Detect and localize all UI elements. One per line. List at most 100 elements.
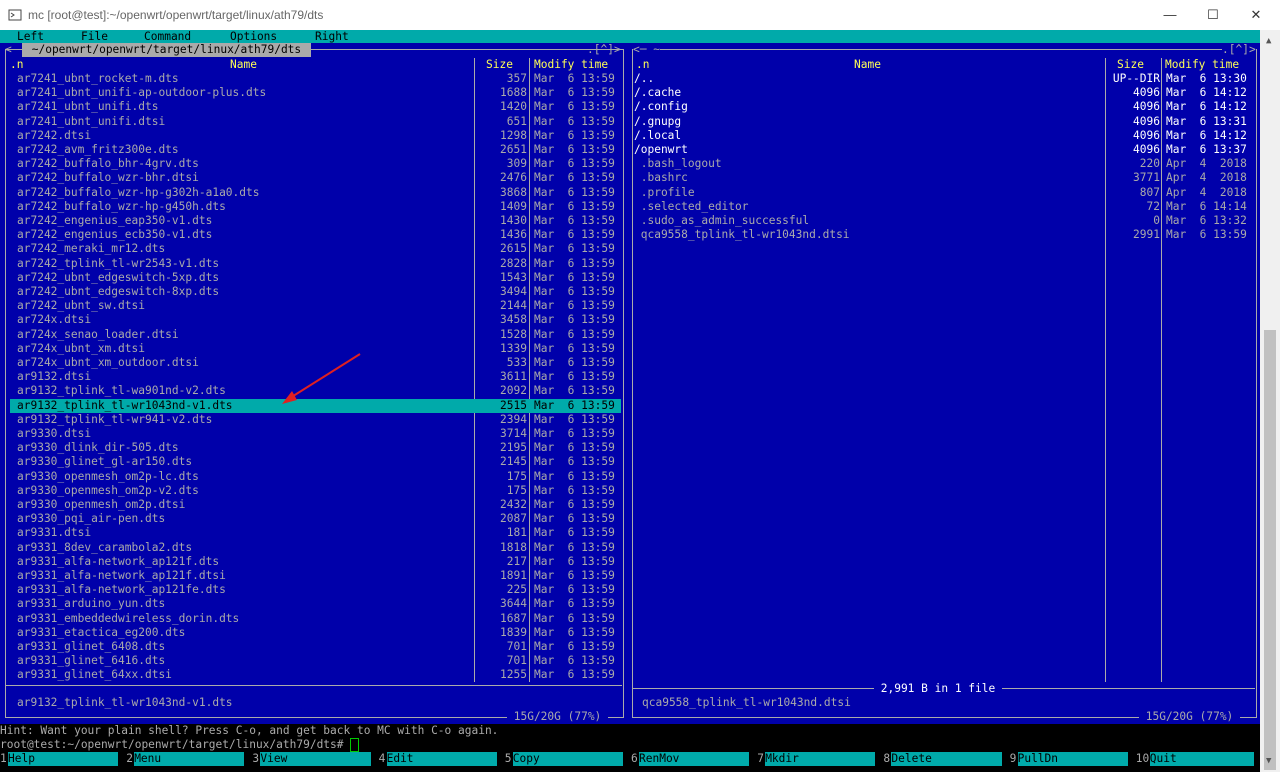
fkey-pulldn[interactable]: 9PullDn — [1009, 752, 1128, 766]
left-file-row[interactable]: ar9331_glinet_64xx.dtsi 1255 Mar 6 13:59 — [10, 668, 621, 682]
fkey-copy[interactable]: 5Copy — [504, 752, 623, 766]
fkey-mkdir[interactable]: 7Mkdir — [757, 752, 876, 766]
left-file-row[interactable]: ar9331_alfa-network_ap121f.dtsi 1891 Mar 6… — [10, 569, 621, 583]
right-file-row[interactable]: qca9558_tplink_tl-wr1043nd.dtsi 2991 Mar 6… — [634, 228, 1254, 242]
left-file-row[interactable]: ar9330_pqi_air-pen.dts 2087 Mar 6 13:59 — [10, 512, 621, 526]
file-size: 3494 — [500, 285, 527, 298]
menu-left[interactable]: Left — [17, 30, 44, 43]
right-file-row[interactable]: .sudo_as_admin_successful 0 Mar 6 13:32 — [634, 214, 1254, 228]
left-file-row[interactable]: ar7241_ubnt_rocket-m.dts 357 Mar 6 13:59 — [10, 72, 621, 86]
menu-options[interactable]: Options — [230, 30, 277, 43]
menu-right[interactable]: Right — [315, 30, 349, 43]
file-name: ar9331_8dev_carambola2.dts — [17, 540, 193, 554]
left-file-row[interactable]: ar9330.dtsi 3714 Mar 6 13:59 — [10, 427, 621, 441]
left-file-row[interactable]: ar7242_engenius_ecb350-v1.dts 1436 Mar 6 1… — [10, 228, 621, 242]
left-panel-corner[interactable]: .[^]> — [587, 43, 621, 57]
right-file-row[interactable]: .profile 807 Apr 4 2018 — [634, 186, 1254, 200]
left-file-row[interactable]: ar7242_buffalo_wzr-hp-g450h.dts 1409 Mar 6… — [10, 200, 621, 214]
menu-file[interactable]: File — [81, 30, 108, 43]
left-file-row[interactable]: ar9330_openmesh_om2p-v2.dts 175 Mar 6 13:5… — [10, 484, 621, 498]
left-file-row[interactable]: ar9330_glinet_gl-ar150.dts 2145 Mar 6 13:5… — [10, 455, 621, 469]
right-dir-row[interactable]: /.. UP--DIR Mar 6 13:30 — [634, 72, 1254, 86]
left-file-row[interactable]: ar7241_ubnt_unifi.dtsi 651 Mar 6 13:59 — [10, 115, 621, 129]
fkey-renmov[interactable]: 6RenMov — [631, 752, 750, 766]
right-col-mtime[interactable]: Modify time — [1165, 58, 1239, 72]
right-col-size[interactable]: Size — [1117, 58, 1144, 72]
left-file-panel[interactable]: < ~/openwrt/openwrt/target/linux/ath79/d… — [0, 43, 628, 728]
file-mtime: Mar 6 13:59 — [534, 640, 615, 653]
file-name: ar9330_glinet_gl-ar150.dts — [17, 455, 193, 469]
right-dir-row[interactable]: /.cache 4096 Mar 6 14:12 — [634, 86, 1254, 100]
command-line[interactable]: root@test:~/openwrt/openwrt/target/linux… — [0, 738, 1260, 753]
left-col-mtime[interactable]: Modify time — [534, 58, 608, 72]
fkey-view[interactable]: 3View — [252, 752, 371, 766]
close-button[interactable]: ✕ — [1236, 4, 1276, 26]
left-file-row[interactable]: ar7242_ubnt_edgeswitch-8xp.dts 3494 Mar 6 … — [10, 285, 621, 299]
right-panel-path[interactable]: <─ ~ — [633, 43, 660, 58]
left-col-size[interactable]: Size — [486, 58, 513, 72]
fkey-delete[interactable]: 8Delete — [883, 752, 1002, 766]
left-col-name[interactable]: Name — [230, 58, 257, 72]
fkey-edit[interactable]: 4Edit — [378, 752, 497, 766]
left-file-row[interactable]: ar9132_tplink_tl-wa901nd-v2.dts 2092 Mar 6… — [10, 384, 621, 398]
left-file-row[interactable]: ar7242_tplink_tl-wr2543-v1.dts 2828 Mar 6 … — [10, 257, 621, 271]
left-file-row[interactable]: ar9331_alfa-network_ap121fe.dts 225 Mar 6 … — [10, 583, 621, 597]
file-mtime: Mar 6 14:12 — [1166, 100, 1247, 114]
scroll-up-icon[interactable]: ▲ — [1266, 34, 1271, 48]
left-file-row[interactable]: ar7241_ubnt_unifi-ap-outdoor-plus.dts 168… — [10, 86, 621, 100]
window-scrollbar[interactable]: ▲ ▼ — [1260, 30, 1280, 772]
left-file-row[interactable]: ar7242_ubnt_edgeswitch-5xp.dts 1543 Mar 6 … — [10, 271, 621, 285]
right-dir-row[interactable]: /openwrt 4096 Mar 6 13:37 — [634, 143, 1254, 157]
left-file-row[interactable]: ar9331_arduino_yun.dts 3644 Mar 6 13:59 — [10, 597, 621, 611]
right-dir-row[interactable]: /.config 4096 Mar 6 14:12 — [634, 100, 1254, 114]
fkey-menu[interactable]: 2Menu — [126, 752, 245, 766]
scrollbar-thumb[interactable] — [1264, 330, 1276, 770]
left-file-row[interactable]: ar7241_ubnt_unifi.dts 1420 Mar 6 13:59 — [10, 100, 621, 114]
left-file-row[interactable]: ar724x.dtsi 3458 Mar 6 13:59 — [10, 313, 621, 327]
fkey-quit[interactable]: 10Quit — [1135, 752, 1254, 766]
right-file-panel[interactable]: <─ ~ .[^]> .n Name Size Modify time /.. U… — [628, 43, 1260, 728]
left-file-row[interactable]: ar9330_openmesh_om2p-lc.dts 175 Mar 6 13:5… — [10, 470, 621, 484]
fkey-help[interactable]: 1Help — [0, 752, 119, 766]
left-file-row-selected[interactable]: ar9132_tplink_tl-wr1043nd-v1.dts 2515 Mar … — [10, 398, 621, 413]
right-col-name[interactable]: Name — [854, 58, 881, 72]
left-file-row[interactable]: ar9331_glinet_6416.dts 701 Mar 6 13:59 — [10, 654, 621, 668]
left-file-row[interactable]: ar7242_buffalo_wzr-hp-g302h-a1a0.dts 3868… — [10, 186, 621, 200]
file-mtime: Mar 6 13:59 — [534, 455, 615, 469]
left-file-row[interactable]: ar724x_ubnt_xm.dtsi 1339 Mar 6 13:59 — [10, 342, 621, 356]
right-file-row[interactable]: .bash_logout 220 Apr 4 2018 — [634, 157, 1254, 171]
right-panel-corner[interactable]: .[^]> — [1222, 43, 1256, 58]
left-file-row[interactable]: ar9331.dtsi 181 Mar 6 13:59 — [10, 526, 621, 540]
left-sort-indicator[interactable]: .n — [10, 58, 23, 72]
right-dir-row[interactable]: /.gnupg 4096 Mar 6 13:31 — [634, 115, 1254, 129]
right-file-row[interactable]: .selected_editor 72 Mar 6 14:14 — [634, 200, 1254, 214]
left-file-row[interactable]: ar7242_engenius_eap350-v1.dts 1430 Mar 6 1… — [10, 214, 621, 228]
left-file-row[interactable]: ar9330_openmesh_om2p.dtsi 2432 Mar 6 13:59 — [10, 498, 621, 512]
left-file-row[interactable]: ar724x_senao_loader.dtsi 1528 Mar 6 13:59 — [10, 328, 621, 342]
left-file-row[interactable]: ar9331_glinet_6408.dts 701 Mar 6 13:59 — [10, 640, 621, 654]
maximize-button[interactable]: ☐ — [1193, 4, 1233, 26]
left-file-row[interactable]: ar9331_embeddedwireless_dorin.dts 1687 Mar… — [10, 612, 621, 626]
menu-command[interactable]: Command — [144, 30, 191, 43]
left-file-row[interactable]: ar7242_buffalo_wzr-bhr.dtsi 2476 Mar 6 13:… — [10, 171, 621, 185]
left-file-row[interactable]: ar9132_tplink_tl-wr941-v2.dts 2394 Mar 6 1… — [10, 413, 621, 427]
scroll-down-icon[interactable]: ▼ — [1266, 754, 1271, 768]
left-panel-path[interactable]: ~/openwrt/openwrt/target/linux/ath79/dts — [22, 43, 311, 58]
right-file-row[interactable]: .bashrc 3771 Apr 4 2018 — [634, 171, 1254, 185]
left-file-row[interactable]: ar7242.dtsi 1298 Mar 6 13:59 — [10, 129, 621, 143]
left-file-row[interactable]: ar9132.dtsi 3611 Mar 6 13:59 — [10, 370, 621, 384]
left-file-row[interactable]: ar7242_avm_fritz300e.dts 2651 Mar 6 13:59 — [10, 143, 621, 157]
left-file-row[interactable]: ar9331_etactica_eg200.dts 1839 Mar 6 13:59 — [10, 626, 621, 640]
left-file-row[interactable]: ar7242_ubnt_sw.dtsi 2144 Mar 6 13:59 — [10, 299, 621, 313]
left-file-row[interactable]: ar7242_meraki_mr12.dts 2615 Mar 6 13:59 — [10, 242, 621, 256]
right-dir-row[interactable]: /.local 4096 Mar 6 14:12 — [634, 129, 1254, 143]
left-file-row[interactable]: ar9330_dlink_dir-505.dts 2195 Mar 6 13:59 — [10, 441, 621, 455]
left-file-row[interactable]: ar9331_alfa-network_ap121f.dts 217 Mar 6 1… — [10, 555, 621, 569]
right-sort-indicator[interactable]: .n — [636, 58, 649, 72]
left-file-row[interactable]: ar7242_buffalo_bhr-4grv.dts 309 Mar 6 13:5… — [10, 157, 621, 171]
file-name: ar9331_glinet_6408.dts — [17, 640, 166, 653]
left-file-row[interactable]: ar9331_8dev_carambola2.dts 1818 Mar 6 13:5… — [10, 541, 621, 555]
file-mtime: Mar 6 13:59 — [534, 199, 615, 213]
left-file-row[interactable]: ar724x_ubnt_xm_outdoor.dtsi 533 Mar 6 13:5… — [10, 356, 621, 370]
minimize-button[interactable]: — — [1150, 4, 1190, 26]
